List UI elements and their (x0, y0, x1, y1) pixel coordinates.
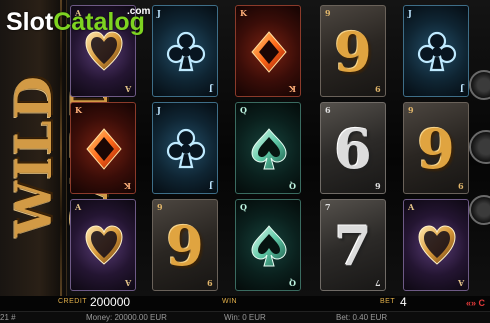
control-column (469, 0, 490, 296)
slotcatalog-logo: SlotCatalog .com (6, 6, 150, 38)
card-rank-bottom: K (124, 181, 131, 191)
card-number-symbol: 9 (417, 117, 455, 181)
spade-icon (251, 225, 287, 267)
card-rank-top: 7 (325, 202, 331, 212)
diamond-icon (86, 128, 122, 170)
card-rank-top: 9 (157, 202, 163, 212)
reel-card-r1c4: 999 (320, 5, 386, 97)
reel-card-r3c1: AA (70, 199, 136, 291)
slot-game-screen: WILD CARD AAJJKK999JJKKJJQQ666999AA999QQ… (0, 0, 490, 323)
diamond-icon (251, 31, 287, 73)
card-rank-top: A (408, 202, 415, 212)
win-label: WIN (222, 298, 238, 305)
card-rank-bottom: A (124, 84, 131, 94)
bet-status: Bet: 0.40 EUR (336, 313, 388, 322)
reel-card-r2c5: 999 (403, 102, 469, 194)
card-rank-top: K (240, 8, 247, 18)
credit-label: CREDIT (58, 298, 88, 305)
card-rank-bottom: J (209, 84, 213, 94)
card-rank-top: Q (240, 105, 247, 115)
card-rank-bottom: 7 (375, 278, 381, 288)
reel-card-r2c1: KK (70, 102, 136, 194)
card-rank-bottom: A (457, 278, 464, 288)
card-rank-top: 6 (325, 105, 331, 115)
card-rank-bottom: J (209, 181, 213, 191)
club-icon (166, 128, 206, 169)
club-icon (166, 31, 206, 72)
reel-card-r2c4: 666 (320, 102, 386, 194)
card-rank-top: Q (240, 202, 247, 212)
card-rank-bottom: Q (289, 278, 296, 288)
card-rank-top: 9 (325, 8, 331, 18)
reel-card-r1c2: JJ (152, 5, 218, 97)
card-rank-top: 9 (408, 105, 414, 115)
card-rank-bottom: 9 (207, 278, 213, 288)
reel-card-r2c2: JJ (152, 102, 218, 194)
money-status: Money: 20000.00 EUR (86, 313, 167, 322)
reel-card-r1c5: JJ (403, 5, 469, 97)
card-rank-bottom: A (124, 278, 131, 288)
card-rank-bottom: 6 (375, 181, 381, 191)
card-number-symbol: 6 (334, 117, 372, 181)
win-status: Win: 0 EUR (224, 313, 266, 322)
status-bar: 21 # Money: 20000.00 EUR Win: 0 EUR Bet:… (0, 311, 490, 323)
reel-card-r3c3: QQ (235, 199, 301, 291)
card-rank-top: A (75, 202, 82, 212)
logo-slot-text: Slot (6, 8, 54, 36)
side-panel: WILD CARD (0, 0, 119, 296)
round-id: 21 # (0, 313, 16, 322)
card-rank-top: J (157, 8, 161, 18)
card-rank-top: J (157, 105, 161, 115)
card-rank-bottom: 9 (458, 181, 464, 191)
bet-value: 4 (400, 295, 407, 309)
card-rank-top: K (75, 105, 82, 115)
reel-card-r3c4: 777 (320, 199, 386, 291)
card-rank-bottom: J (460, 84, 464, 94)
club-icon (417, 31, 457, 72)
reel-card-r2c3: QQ (235, 102, 301, 194)
spin-button[interactable] (469, 130, 490, 164)
card-number-symbol: 7 (334, 214, 372, 278)
card-rank-bottom: Q (289, 181, 296, 191)
reel-card-r3c2: 999 (152, 199, 218, 291)
card-rank-bottom: K (289, 84, 296, 94)
spade-icon (251, 128, 287, 170)
credit-value: 200000 (90, 295, 131, 309)
heart-icon (85, 225, 123, 265)
heart-icon (418, 225, 456, 265)
reel-card-r3c5: AA (403, 199, 469, 291)
card-number-symbol: 9 (166, 214, 204, 278)
provider-logo: «» C (466, 298, 486, 308)
bet-label: BET (380, 298, 396, 305)
card-rank-bottom: 9 (375, 84, 381, 94)
reel-card-r1c3: KK (235, 5, 301, 97)
logo-com-text: .com (127, 6, 151, 17)
reel-grid: AAJJKK999JJKKJJQQ666999AA999QQ777AA (70, 0, 470, 296)
menu-button[interactable] (469, 70, 490, 100)
card-number-symbol: 9 (334, 20, 372, 84)
autoplay-button[interactable] (469, 195, 490, 225)
game-side-title: WILD CARD (4, 72, 119, 240)
info-bar: CREDIT 200000 WIN BET 4 (0, 295, 490, 311)
card-rank-top: J (408, 8, 412, 18)
